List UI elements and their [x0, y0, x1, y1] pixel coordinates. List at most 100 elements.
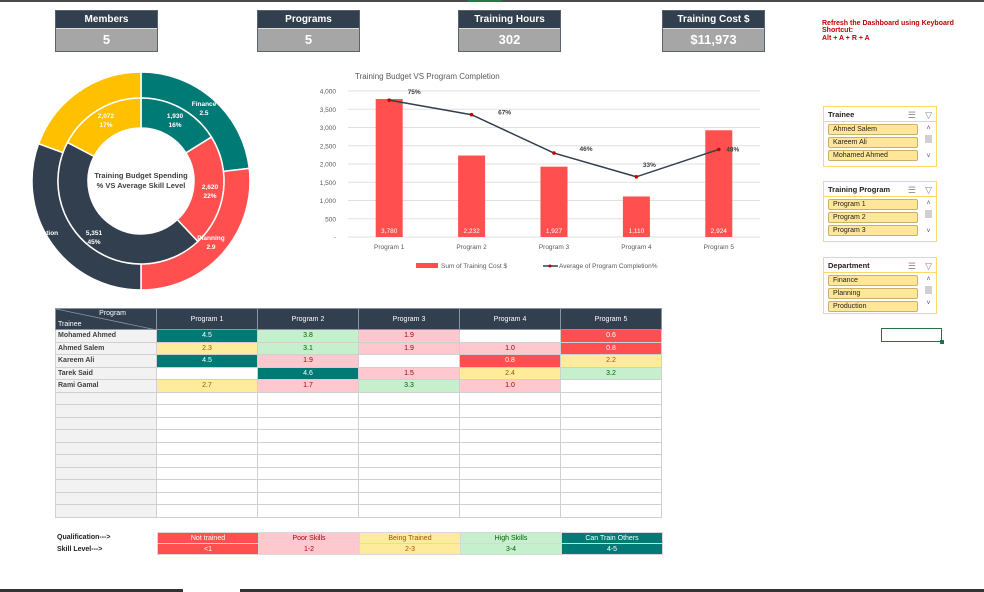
skill-cell[interactable] [358, 416, 460, 430]
slicer-item[interactable]: Program 2 [828, 212, 918, 223]
skill-cell[interactable] [257, 504, 359, 518]
trainee-name[interactable]: Rami Gamal [55, 379, 157, 393]
skill-cell[interactable] [358, 441, 460, 455]
trainee-name[interactable] [55, 416, 157, 430]
slicer-item[interactable]: Program 1 [828, 199, 918, 210]
slicer-item[interactable]: Ahmed Salem [828, 124, 918, 135]
skill-cell[interactable] [257, 416, 359, 430]
scroll-up-icon[interactable]: ˄ [924, 276, 933, 284]
skill-cell[interactable] [257, 404, 359, 418]
skill-cell[interactable]: 1.9 [257, 354, 359, 368]
bar-program-3[interactable] [540, 166, 568, 237]
skill-cell[interactable]: 3.1 [257, 341, 359, 355]
skill-cell[interactable]: 1.0 [459, 341, 561, 355]
scroll-down-icon[interactable]: ˅ [924, 228, 933, 236]
skill-cell[interactable] [459, 391, 561, 405]
trainee-name[interactable] [55, 504, 157, 518]
skill-cell[interactable] [156, 416, 258, 430]
clear-filter-icon[interactable]: ▽ [925, 183, 932, 198]
skill-cell[interactable]: 4.6 [257, 366, 359, 380]
skill-cell[interactable]: 1.9 [358, 329, 460, 343]
scroll-thumb[interactable] [925, 135, 932, 143]
donut-chart[interactable]: Finance 2.5 Planning 2.9 Production 3.3 QA 2.1 1… [0, 60, 290, 300]
multi-select-icon[interactable]: ☰ [908, 259, 916, 274]
skill-cell[interactable] [257, 429, 359, 443]
skill-cell[interactable] [560, 379, 662, 393]
trainee-name[interactable] [55, 429, 157, 443]
trainee-name[interactable]: Mohamed Ahmed [55, 329, 157, 343]
scroll-down-icon[interactable]: ˅ [924, 153, 933, 161]
trainee-name[interactable] [55, 404, 157, 418]
skill-cell[interactable]: 4.5 [156, 354, 258, 368]
skill-cell[interactable] [459, 466, 561, 480]
skill-cell[interactable] [459, 429, 561, 443]
skill-cell[interactable] [257, 391, 359, 405]
skill-cell[interactable]: 0.8 [560, 341, 662, 355]
skill-cell[interactable] [156, 366, 258, 380]
slicer-item[interactable]: Finance [828, 275, 918, 286]
skill-cell[interactable]: 3.8 [257, 329, 359, 343]
skill-cell[interactable] [358, 354, 460, 368]
slicer-scrollbar[interactable]: ˄ ˅ [924, 125, 933, 163]
skill-cell[interactable] [257, 479, 359, 493]
skill-cell[interactable] [257, 454, 359, 468]
line-marker[interactable] [717, 147, 721, 152]
skill-cell[interactable]: 0.6 [560, 329, 662, 343]
line-marker[interactable] [634, 174, 639, 179]
skill-cell[interactable] [560, 404, 662, 418]
skill-cell[interactable] [459, 416, 561, 430]
skill-cell[interactable]: 1.9 [358, 341, 460, 355]
skill-cell[interactable] [257, 491, 359, 505]
scroll-up-icon[interactable]: ˄ [924, 125, 933, 133]
trainee-name[interactable]: Kareem Ali [55, 354, 157, 368]
scroll-thumb[interactable] [925, 210, 932, 218]
trainee-name[interactable] [55, 491, 157, 505]
line-marker[interactable] [469, 112, 474, 117]
skill-cell[interactable] [560, 491, 662, 505]
bar-program-2[interactable] [458, 155, 486, 237]
skill-cell[interactable] [358, 454, 460, 468]
skill-cell[interactable] [257, 466, 359, 480]
skill-cell[interactable] [358, 429, 460, 443]
scroll-down-icon[interactable]: ˅ [924, 300, 933, 308]
trainee-name[interactable] [55, 454, 157, 468]
completion-line[interactable] [389, 99, 720, 178]
skill-cell[interactable] [459, 404, 561, 418]
scroll-up-icon[interactable]: ˄ [924, 200, 933, 208]
slicer-item[interactable]: Kareem Ali [828, 137, 918, 148]
multi-select-icon[interactable]: ☰ [908, 108, 916, 123]
skill-cell[interactable] [156, 479, 258, 493]
line-marker[interactable] [552, 151, 556, 155]
skill-cell[interactable]: 1.7 [257, 379, 359, 393]
slicer-training-program[interactable]: Training Program ☰ ▽ Program 1 Program 2… [823, 181, 937, 242]
skill-cell[interactable] [459, 479, 561, 493]
skill-cell[interactable] [560, 391, 662, 405]
scroll-thumb[interactable] [925, 286, 932, 294]
slicer-scrollbar[interactable]: ˄ ˅ [924, 200, 933, 238]
skill-cell[interactable] [156, 404, 258, 418]
skill-cell[interactable] [459, 491, 561, 505]
trainee-name[interactable]: Tarek Said [55, 366, 157, 380]
skill-cell[interactable]: 3.2 [560, 366, 662, 380]
skill-cell[interactable] [156, 466, 258, 480]
slicer-trainee[interactable]: Trainee ☰ ▽ Ahmed Salem Kareem Ali Moham… [823, 106, 937, 167]
skill-cell[interactable] [156, 429, 258, 443]
trainee-name[interactable] [55, 479, 157, 493]
slicer-item[interactable]: Planning [828, 288, 918, 299]
skill-cell[interactable] [156, 391, 258, 405]
skill-cell[interactable] [156, 441, 258, 455]
skill-cell[interactable]: 2.7 [156, 379, 258, 393]
skill-cell[interactable] [358, 491, 460, 505]
slicer-item[interactable]: Production [828, 301, 918, 312]
skill-cell[interactable]: 2.2 [560, 354, 662, 368]
skill-cell[interactable] [560, 429, 662, 443]
trainee-name[interactable]: Ahmed Salem [55, 341, 157, 355]
slicer-scrollbar[interactable]: ˄ ˅ [924, 276, 933, 313]
active-cell-selection[interactable] [881, 328, 944, 344]
skill-cell[interactable] [560, 466, 662, 480]
skill-cell[interactable] [560, 479, 662, 493]
skill-cell[interactable] [459, 454, 561, 468]
skill-cell[interactable] [560, 454, 662, 468]
skill-cell[interactable] [560, 504, 662, 518]
trainee-name[interactable] [55, 441, 157, 455]
